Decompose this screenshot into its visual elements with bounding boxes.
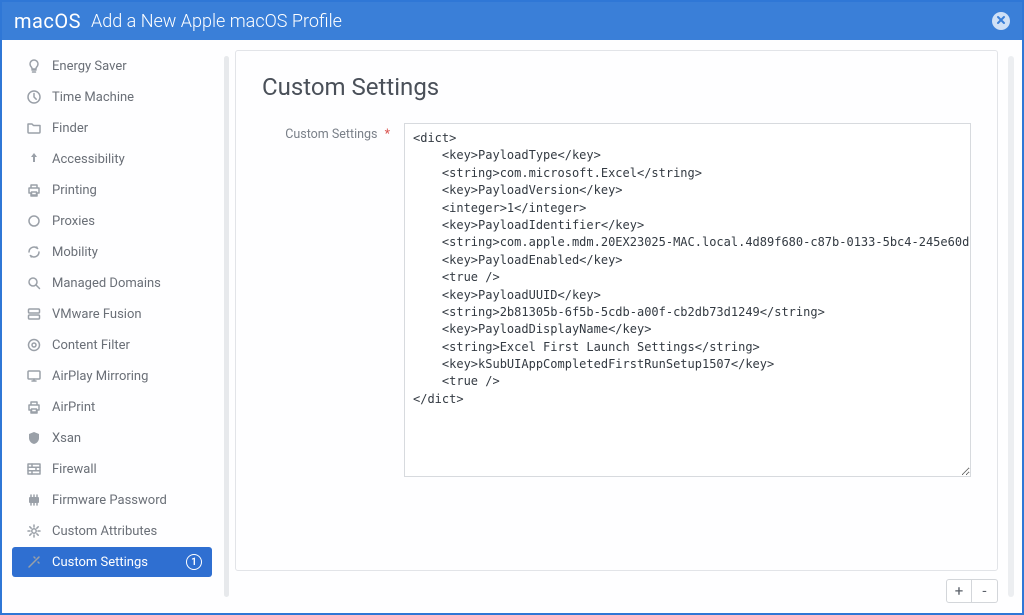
sidebar-item-label: AirPrint [52,400,202,415]
custom-settings-label: Custom Settings * [262,123,390,142]
search-icon [26,275,42,291]
custom-settings-row: Custom Settings * [262,123,971,481]
sidebar-item-proxies[interactable]: Proxies [12,206,212,236]
person-up-icon [26,151,42,167]
sidebar-item-label: Firewall [52,462,202,477]
sidebar-item-label: Custom Settings [52,555,176,570]
profile-editor-window: macOS Add a New Apple macOS Profile Ener… [0,0,1024,615]
sidebar-item-firmware-password[interactable]: Firmware Password [12,485,212,515]
sidebar-item-energy-saver[interactable]: Energy Saver [12,51,212,81]
shield-icon [26,430,42,446]
stack-icon [26,306,42,322]
monitor-icon [26,368,42,384]
gear-icon [26,523,42,539]
printer-icon [26,399,42,415]
printer-icon [26,182,42,198]
sidebar-item-printing[interactable]: Printing [12,175,212,205]
sidebar[interactable]: Energy Saver Time Machine Finder Accessibil… [6,50,218,603]
sidebar-item-finder[interactable]: Finder [12,113,212,143]
sidebar-item-label: AirPlay Mirroring [52,369,202,384]
sidebar-item-label: Xsan [52,431,202,446]
plus-icon: + [955,582,964,600]
body: Energy Saver Time Machine Finder Accessibil… [2,40,1022,613]
sidebar-item-label: Time Machine [52,90,202,105]
sidebar-item-time-machine[interactable]: Time Machine [12,82,212,112]
chip-icon [26,492,42,508]
required-marker: * [385,127,390,142]
titlebar-title: Add a New Apple macOS Profile [91,11,342,32]
sidebar-item-label: Accessibility [52,152,202,167]
folder-icon [26,120,42,136]
bulb-icon [26,58,42,74]
sidebar-item-label: Proxies [52,214,202,229]
clock-icon [26,89,42,105]
sidebar-item-mobility[interactable]: Mobility [12,237,212,267]
sidebar-item-vmware-fusion[interactable]: VMware Fusion [12,299,212,329]
sidebar-item-label: Content Filter [52,338,202,353]
sidebar-item-firewall[interactable]: Firewall [12,454,212,484]
titlebar-brand: macOS [14,9,81,33]
add-payload-button[interactable]: + [946,579,972,603]
sidebar-item-label: Energy Saver [52,59,202,74]
sidebar-item-airprint[interactable]: AirPrint [12,392,212,422]
sidebar-item-label: VMware Fusion [52,307,202,322]
sidebar-item-badge: 1 [186,554,202,570]
sidebar-scroll-track[interactable] [224,56,229,597]
close-button[interactable] [992,12,1010,30]
close-icon [996,14,1006,28]
sidebar-item-label: Finder [52,121,202,136]
sidebar-item-label: Printing [52,183,202,198]
sidebar-item-custom-settings[interactable]: Custom Settings 1 [12,547,212,577]
wand-icon [26,554,42,570]
sidebar-item-accessibility[interactable]: Accessibility [12,144,212,174]
remove-payload-button[interactable]: - [972,579,998,603]
minus-icon: - [982,582,986,600]
sidebar-item-label: Mobility [52,245,202,260]
sidebar-item-label: Custom Attributes [52,524,202,539]
target-icon [26,337,42,353]
sidebar-item-label: Firmware Password [52,493,202,508]
panel-heading: Custom Settings [262,73,971,101]
circle-icon [26,213,42,229]
custom-settings-field [404,123,971,481]
custom-settings-textarea[interactable] [404,123,971,477]
sync-icon [26,244,42,260]
settings-panel: Custom Settings Custom Settings * [235,50,998,571]
footer-controls: + - [235,571,1002,603]
sidebar-item-custom-attributes[interactable]: Custom Attributes [12,516,212,546]
main-area: Custom Settings Custom Settings * + - [235,50,1002,603]
firewall-icon [26,461,42,477]
sidebar-item-content-filter[interactable]: Content Filter [12,330,212,360]
sidebar-item-airplay-mirroring[interactable]: AirPlay Mirroring [12,361,212,391]
sidebar-item-xsan[interactable]: Xsan [12,423,212,453]
sidebar-item-label: Managed Domains [52,276,202,291]
titlebar: macOS Add a New Apple macOS Profile [2,2,1022,40]
sidebar-item-managed-domains[interactable]: Managed Domains [12,268,212,298]
panel-scroll-track[interactable] [1008,56,1014,597]
